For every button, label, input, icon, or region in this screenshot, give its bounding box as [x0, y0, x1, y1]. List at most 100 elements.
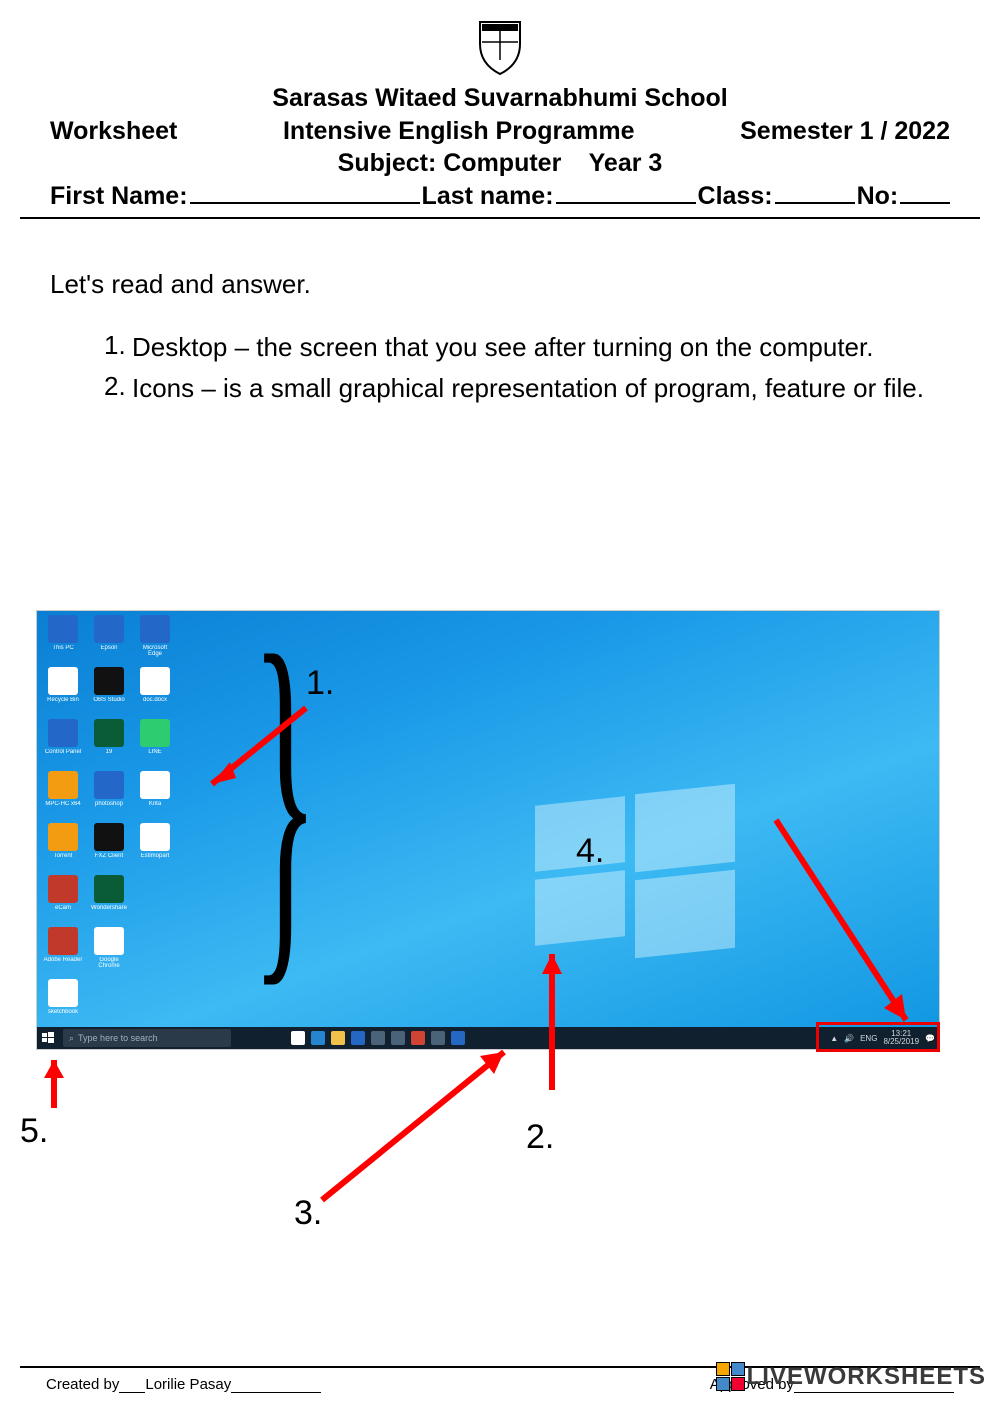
desktop-icon[interactable]: Control Panel	[43, 719, 83, 769]
desktop-icon[interactable]	[135, 875, 175, 925]
definition-item: 2.Icons – is a small graphical represent…	[104, 371, 950, 406]
icon-label: Epson	[89, 645, 129, 651]
desktop-screenshot: This PC Epson Microsoft Edge Recycle Bin OBS…	[36, 610, 940, 1050]
icon-label: Adobe Reader	[43, 957, 83, 963]
desktop-icon[interactable]: eCam	[43, 875, 83, 925]
search-box[interactable]: ⌕ Type here to search	[63, 1029, 231, 1047]
definition-item: 1.Desktop – the screen that you see afte…	[104, 330, 950, 365]
school-logo	[476, 20, 524, 76]
no-label: No:	[857, 182, 899, 211]
taskbar: ⌕ Type here to search ▲🔊 ENG 13:21 8/25/…	[37, 1027, 939, 1049]
class-field[interactable]	[775, 182, 855, 204]
app-icon	[140, 615, 170, 643]
icon-label: Wondershare	[89, 905, 129, 911]
icon-label: Microsoft Edge	[135, 645, 175, 657]
desktop-icon[interactable]: doc.docx	[135, 667, 175, 717]
programme-label: Intensive English Programme	[283, 115, 635, 148]
desktop-icon[interactable]: This PC	[43, 615, 83, 665]
desktop-icon[interactable]: FXZ Client	[89, 823, 129, 873]
icon-label: Control Panel	[43, 749, 83, 755]
app-icon	[140, 875, 170, 903]
liveworksheets-watermark: LIVEWORKSHEETS	[716, 1362, 986, 1391]
desktop-icon[interactable]: Wondershare	[89, 875, 129, 925]
desktop-icon[interactable]: photoshop	[89, 771, 129, 821]
icon-label: 19	[89, 749, 129, 755]
icon-label: Torrent	[43, 853, 83, 859]
definition-number: 2.	[104, 371, 132, 406]
icon-label: This PC	[43, 645, 83, 651]
class-label: Class:	[698, 182, 773, 211]
desktop-icon[interactable]: Microsoft Edge	[135, 615, 175, 665]
icon-label: Estimopart	[135, 853, 175, 859]
desktop-icon[interactable]: MPC-HC x64	[43, 771, 83, 821]
app-icon	[140, 719, 170, 747]
desktop-icon[interactable]: Torrent	[43, 823, 83, 873]
start-button[interactable]	[37, 1027, 59, 1049]
arrow-5-icon	[40, 1048, 80, 1118]
label-3: 3.	[294, 1194, 322, 1233]
app-icon	[140, 771, 170, 799]
desktop-icon[interactable]: OBS Studio	[89, 667, 129, 717]
definition-number: 1.	[104, 330, 132, 365]
lastname-label: Last name:	[422, 182, 554, 211]
app-icon	[94, 823, 124, 851]
app-icon	[94, 667, 124, 695]
app-icon	[48, 875, 78, 903]
desktop-icon[interactable]: Estimopart	[135, 823, 175, 873]
app-icon	[48, 667, 78, 695]
watermark-text: LIVEWORKSHEETS	[747, 1363, 986, 1391]
icon-label: doc.docx	[135, 697, 175, 703]
desktop-icon[interactable]: Google Chrome	[89, 927, 129, 977]
firstname-label: First Name:	[50, 182, 188, 211]
app-icon	[140, 823, 170, 851]
desktop-icon[interactable]: 19	[89, 719, 129, 769]
app-icon	[48, 979, 78, 1007]
created-by-name: Lorilie Pasay	[145, 1376, 231, 1393]
curly-brace-icon: }	[251, 617, 318, 977]
definition-text: Icons – is a small graphical representat…	[132, 371, 950, 406]
desktop-icon[interactable]: Adobe Reader	[43, 927, 83, 977]
desktop-icon[interactable]: Recycle Bin	[43, 667, 83, 717]
definition-text: Desktop – the screen that you see after …	[132, 330, 950, 365]
icon-label: sketchbook	[43, 1009, 83, 1015]
icon-label: MPC-HC x64	[43, 801, 83, 807]
search-placeholder: Type here to search	[78, 1033, 158, 1043]
desktop-icon[interactable]	[135, 927, 175, 977]
app-icon	[94, 927, 124, 955]
icon-label: LINE	[135, 749, 175, 755]
app-icon	[94, 615, 124, 643]
taskbar-pinned-apps[interactable]	[291, 1031, 465, 1045]
firstname-field[interactable]	[190, 182, 420, 204]
windows-logo-icon	[535, 789, 735, 949]
app-icon	[48, 719, 78, 747]
label-2: 2.	[526, 1118, 554, 1157]
desktop-icon[interactable]: sketchbook	[43, 979, 83, 1029]
desktop-icon[interactable]: Epson	[89, 615, 129, 665]
app-icon	[94, 875, 124, 903]
created-by-label: Created by	[46, 1376, 119, 1393]
app-icon	[94, 719, 124, 747]
arrow-3-icon	[304, 1040, 524, 1210]
app-icon	[48, 771, 78, 799]
lastname-field[interactable]	[556, 182, 696, 204]
app-icon	[140, 667, 170, 695]
app-icon	[48, 615, 78, 643]
instruction-text: Let's read and answer.	[50, 269, 950, 300]
icon-label: OBS Studio	[89, 697, 129, 703]
icon-label: Google Chrome	[89, 957, 129, 969]
icon-label: photoshop	[89, 801, 129, 807]
tray-date: 8/25/2019	[883, 1037, 919, 1046]
subject-line: Subject: Computer Year 3	[50, 147, 950, 180]
no-field[interactable]	[900, 182, 950, 204]
icon-label: FXZ Client	[89, 853, 129, 859]
worksheet-label: Worksheet	[50, 115, 177, 148]
desktop-icon[interactable]: LINE	[135, 719, 175, 769]
icon-label: Recycle Bin	[43, 697, 83, 703]
app-icon	[48, 823, 78, 851]
icon-label: eCam	[43, 905, 83, 911]
system-tray[interactable]: ▲🔊 ENG 13:21 8/25/2019 💬	[830, 1027, 935, 1049]
desktop-icon[interactable]: Krita	[135, 771, 175, 821]
app-icon	[94, 771, 124, 799]
semester-label: Semester 1 / 2022	[740, 115, 950, 148]
school-name: Sarasas Witaed Suvarnabhumi School	[50, 82, 950, 115]
